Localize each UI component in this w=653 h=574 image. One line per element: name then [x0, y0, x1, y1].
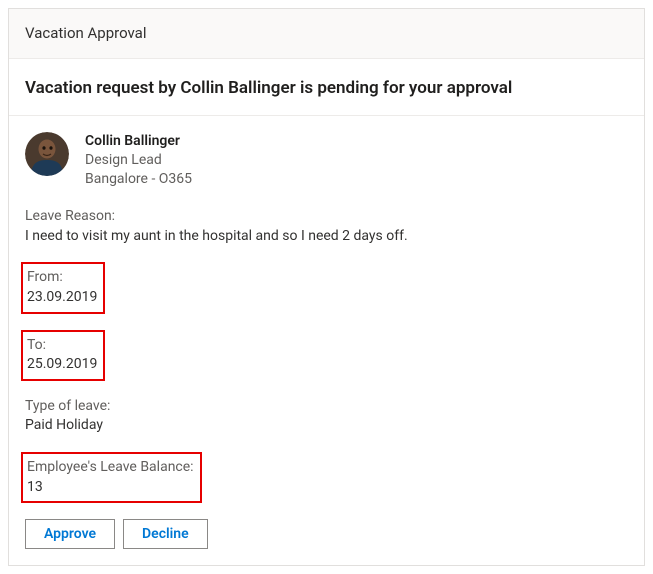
- leave-type-label: Type of leave:: [25, 397, 628, 417]
- leave-reason-value: I need to visit my aunt in the hospital …: [25, 227, 628, 247]
- card-body: Vacation request by Collin Ballinger is …: [9, 59, 644, 565]
- leave-reason-label: Leave Reason:: [25, 207, 628, 227]
- to-highlight: To: 25.09.2019: [21, 330, 105, 381]
- from-value: 23.09.2019: [27, 288, 97, 308]
- requester-role: Design Lead: [85, 151, 192, 170]
- card-header-title: Vacation Approval: [25, 24, 146, 42]
- balance-field: Employee's Leave Balance: 13: [25, 452, 628, 503]
- requester-name: Collin Ballinger: [85, 132, 192, 152]
- requester-info: Collin Ballinger Design Lead Bangalore -…: [85, 132, 192, 189]
- leave-reason-field: Leave Reason: I need to visit my aunt in…: [25, 207, 628, 246]
- balance-label: Employee's Leave Balance:: [27, 458, 194, 478]
- leave-type-field: Type of leave: Paid Holiday: [25, 397, 628, 436]
- body-title: Vacation request by Collin Ballinger is …: [25, 77, 628, 101]
- card-header: Vacation Approval: [9, 9, 644, 59]
- divider: [9, 115, 644, 116]
- vacation-approval-card: Vacation Approval Vacation request by Co…: [8, 8, 645, 566]
- decline-button[interactable]: Decline: [123, 519, 208, 549]
- approve-button[interactable]: Approve: [25, 519, 115, 549]
- to-value: 25.09.2019: [27, 355, 97, 375]
- from-field: From: 23.09.2019: [25, 262, 628, 313]
- to-field: To: 25.09.2019: [25, 330, 628, 381]
- leave-type-value: Paid Holiday: [25, 416, 628, 436]
- from-label: From:: [27, 268, 97, 288]
- from-highlight: From: 23.09.2019: [21, 262, 105, 313]
- avatar: [25, 132, 69, 176]
- to-label: To:: [27, 336, 97, 356]
- balance-highlight: Employee's Leave Balance: 13: [21, 452, 202, 503]
- balance-value: 13: [27, 478, 194, 498]
- requester-block: Collin Ballinger Design Lead Bangalore -…: [25, 132, 628, 189]
- requester-location: Bangalore - O365: [85, 170, 192, 189]
- action-row: Approve Decline: [25, 519, 628, 549]
